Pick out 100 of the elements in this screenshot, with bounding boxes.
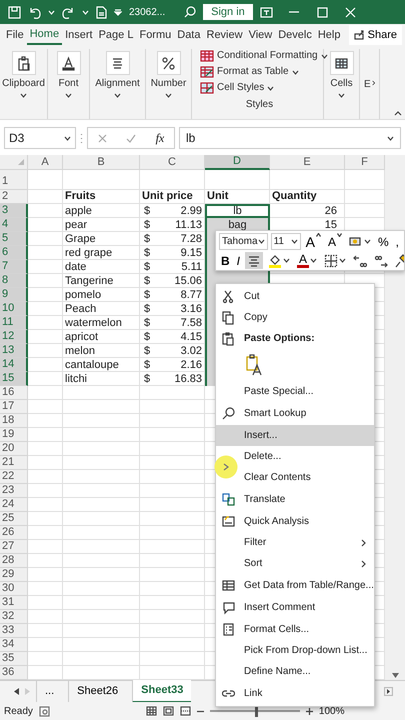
ribbon-tab[interactable]: Formu <box>136 26 174 44</box>
ribbon-tab[interactable]: Insert <box>62 26 96 44</box>
caret-icon[interactable] <box>283 258 290 263</box>
row-header[interactable]: 24 <box>0 498 28 512</box>
caret-icon[interactable] <box>310 258 318 263</box>
column-header[interactable]: A <box>28 155 63 170</box>
plus-icon[interactable] <box>306 708 313 714</box>
ribbon-tab[interactable]: Data <box>174 26 204 44</box>
group-button[interactable]: Font <box>58 78 78 90</box>
menu-item[interactable]: Get Data from Table/Range... <box>244 575 382 596</box>
row-header[interactable]: 19 <box>0 428 28 442</box>
ribbon-tab[interactable]: View <box>246 26 276 44</box>
group-button[interactable]: Number <box>150 78 186 90</box>
format-button[interactable]: % <box>376 233 391 250</box>
caret-icon[interactable] <box>320 54 328 58</box>
caret-icon[interactable] <box>292 70 299 74</box>
caret-icon[interactable] <box>165 93 172 98</box>
row-header[interactable]: 6 <box>0 246 28 260</box>
sign-in-button[interactable]: Sign in <box>203 4 253 20</box>
row-header[interactable]: 16 <box>0 386 28 400</box>
menu-item[interactable]: Insert... <box>216 425 374 446</box>
page-break-icon[interactable] <box>180 706 191 716</box>
formula-field[interactable]: lb <box>179 127 401 149</box>
format-button[interactable]: B <box>219 252 232 269</box>
maximize-icon[interactable] <box>316 6 328 18</box>
row-header[interactable]: 7 <box>0 260 28 274</box>
row-header[interactable]: 9 <box>0 288 28 302</box>
font-color-button[interactable]: A <box>295 252 320 269</box>
caret-icon[interactable] <box>290 239 298 244</box>
align-center-button[interactable] <box>245 252 264 269</box>
row-header[interactable]: 32 <box>0 610 28 624</box>
row-header[interactable]: 34 <box>0 638 28 652</box>
grow-font-button[interactable]: A <box>304 233 323 250</box>
styles-command[interactable]: Cell Styles <box>200 81 274 95</box>
percent-button[interactable] <box>156 51 180 75</box>
caret-icon[interactable] <box>258 239 265 244</box>
collapse-icon[interactable] <box>394 111 402 116</box>
menu-item[interactable]: Insert Comment <box>244 597 374 618</box>
clipboard-button[interactable] <box>12 51 36 75</box>
menu-item[interactable]: Pick From Drop-down List... <box>244 640 376 661</box>
menu-item[interactable]: Delete... <box>244 446 374 467</box>
column-header[interactable]: D <box>205 155 270 170</box>
caret-icon[interactable] <box>338 93 345 98</box>
menu-item[interactable]: Filter <box>244 532 374 553</box>
row-header[interactable]: 18 <box>0 414 28 428</box>
row-header[interactable]: 8 <box>0 274 28 288</box>
caret-icon[interactable] <box>65 93 72 98</box>
row-header[interactable]: 28 <box>0 554 28 568</box>
column-header[interactable]: F <box>345 155 385 170</box>
row-header[interactable]: 3 <box>0 204 28 218</box>
row-header[interactable]: 25 <box>0 512 28 526</box>
row-header[interactable]: 29 <box>0 568 28 582</box>
menu-item[interactable]: Link <box>244 683 374 704</box>
row-header[interactable]: 4 <box>0 218 28 232</box>
check-icon[interactable] <box>126 134 136 142</box>
shrink-font-button[interactable]: A <box>326 233 344 250</box>
row-header[interactable]: 13 <box>0 344 28 358</box>
scroll-down-icon[interactable] <box>392 673 398 678</box>
table-button[interactable] <box>330 51 354 75</box>
accessibility-icon[interactable] <box>38 706 50 716</box>
styles-command[interactable]: Format as Table <box>200 65 299 79</box>
row-header[interactable]: 31 <box>0 596 28 610</box>
column-header[interactable]: C <box>140 155 205 170</box>
format-button[interactable]: , <box>394 233 401 250</box>
name-box[interactable]: D3 <box>4 127 76 149</box>
group-button[interactable]: Alignment <box>95 78 140 90</box>
borders-button[interactable] <box>322 252 348 269</box>
ribbon-tab[interactable]: Develc <box>275 26 315 44</box>
row-header[interactable]: 26 <box>0 526 28 540</box>
share-button[interactable]: Share <box>348 24 402 46</box>
ribbon-display-icon[interactable] <box>260 6 273 18</box>
menu-item[interactable]: Cut <box>244 286 374 307</box>
sheet-tab[interactable]: Sheet33 <box>132 680 192 703</box>
menu-item[interactable]: Format Cells... <box>244 619 374 640</box>
row-header[interactable]: 33 <box>0 624 28 638</box>
row-header[interactable]: 17 <box>0 400 28 414</box>
menu-item[interactable]: Define Name... <box>244 661 374 682</box>
chevron-right-icon[interactable] <box>372 79 375 87</box>
row-header[interactable]: 5 <box>0 232 28 246</box>
row-header[interactable]: 12 <box>0 330 28 344</box>
font-field[interactable]: Tahoma <box>219 233 268 250</box>
row-header[interactable]: 27 <box>0 540 28 554</box>
caret-icon[interactable] <box>267 86 274 90</box>
document-icon[interactable] <box>96 6 107 18</box>
caret-icon[interactable] <box>20 93 27 98</box>
column-header[interactable]: E <box>270 155 345 170</box>
ribbon-tab[interactable]: Page L <box>96 26 136 44</box>
font-color-button[interactable] <box>56 51 80 75</box>
caret-icon[interactable] <box>339 258 346 263</box>
menu-item[interactable]: Quick Analysis <box>244 511 374 532</box>
save-icon[interactable] <box>8 6 21 18</box>
ribbon-tab[interactable]: Help <box>314 26 344 44</box>
scroll-left-icon[interactable] <box>14 688 19 695</box>
menu-item[interactable]: Paste Special... <box>244 381 374 402</box>
row-header[interactable]: 10 <box>0 302 28 316</box>
row-header[interactable]: 14 <box>0 358 28 372</box>
format-button[interactable]: I <box>234 252 242 269</box>
close-icon[interactable] <box>344 6 356 18</box>
caret-icon[interactable] <box>364 239 371 244</box>
row-header[interactable]: 1 <box>0 170 28 190</box>
